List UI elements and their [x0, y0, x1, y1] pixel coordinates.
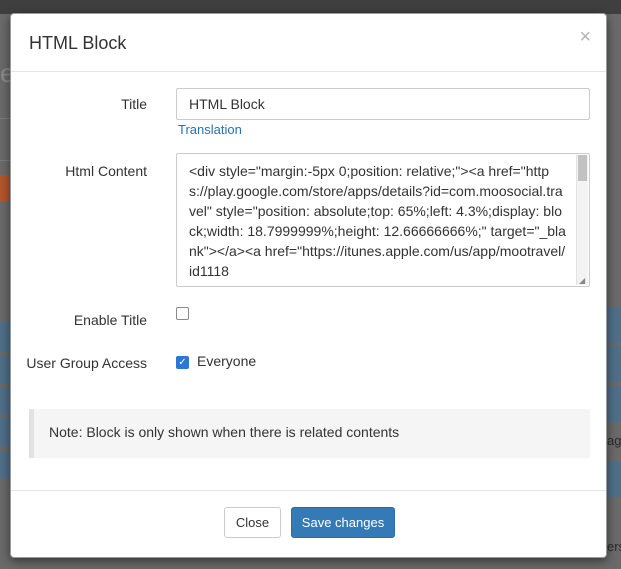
user-group-access-label: User Group Access [26, 355, 147, 371]
background-divider [0, 118, 10, 119]
close-icon[interactable]: × [579, 27, 591, 47]
dialog-header: HTML Block × [11, 14, 606, 72]
dialog-footer: Close Save changes [11, 490, 606, 557]
background-row [607, 386, 621, 422]
translation-link[interactable]: Translation [178, 122, 242, 137]
enable-title-checkbox[interactable] [176, 307, 189, 320]
background-row [607, 346, 621, 382]
html-block-dialog: HTML Block × Title Translation Html Cont… [10, 13, 607, 558]
note-text: Note: Block is only shown when there is … [49, 424, 400, 440]
everyone-label: Everyone [197, 353, 257, 369]
note-callout: Note: Block is only shown when there is … [29, 409, 590, 458]
background-text-fragment: ers [607, 539, 621, 554]
scrollbar-thumb[interactable] [578, 155, 587, 181]
background-row [607, 307, 621, 343]
title-input[interactable] [176, 88, 590, 120]
checkmark-icon: ✓ [178, 357, 187, 368]
html-content-textarea[interactable]: <div style="margin:-5px 0;position: rela… [176, 153, 590, 287]
textarea-scrollbar[interactable] [576, 155, 588, 285]
everyone-checkbox[interactable]: ✓ [176, 356, 189, 369]
background-button-fragment [0, 175, 9, 201]
enable-title-label: Enable Title [73, 312, 147, 328]
background-row [607, 461, 621, 497]
title-label: Title [121, 96, 147, 112]
background-text-fragment: ag [607, 433, 621, 448]
save-changes-button[interactable]: Save changes [291, 507, 395, 538]
html-content-label: Html Content [65, 163, 147, 179]
html-content-text: <div style="margin:-5px 0;position: rela… [189, 163, 566, 279]
background-topbar [0, 0, 621, 14]
background-divider [0, 160, 10, 161]
close-button[interactable]: Close [224, 507, 281, 538]
dialog-title: HTML Block [29, 33, 127, 53]
resize-handle-icon[interactable]: ◢ [579, 276, 588, 285]
